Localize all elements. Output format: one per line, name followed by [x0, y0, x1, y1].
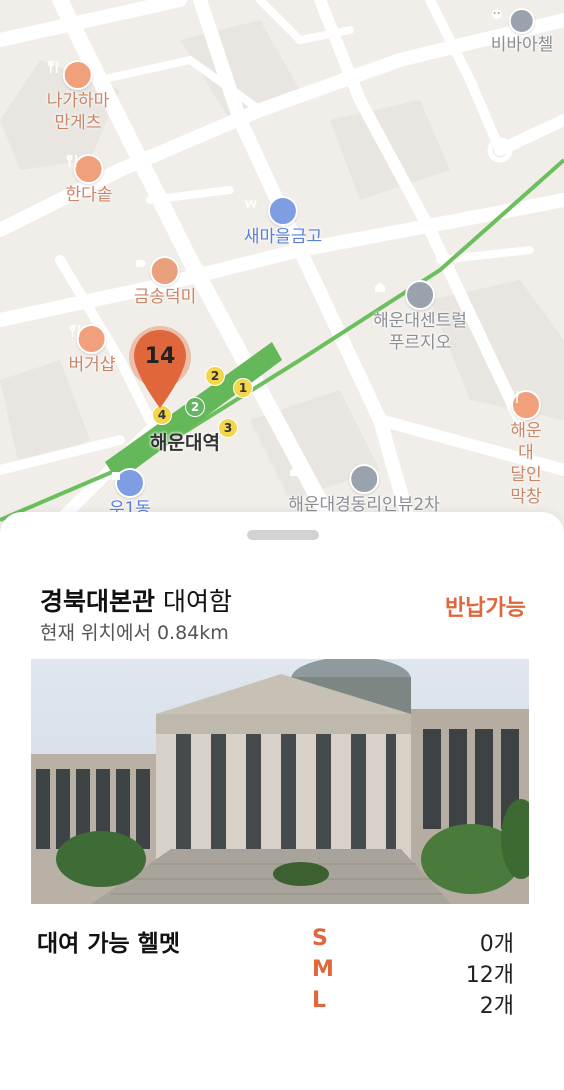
station-suffix: 대여함 — [162, 587, 232, 616]
poi-label: 새마을금고 — [243, 227, 323, 247]
map-view[interactable]: 비바아첼 나가하마 만게츠 한다솥 새마을금고 금송덕미 해운대센트럴 푸르지오 — [0, 0, 564, 560]
poi-centrall-prugio[interactable]: 해운대센트럴 푸르지오 — [373, 280, 467, 354]
exit-2-icon: 2 — [205, 366, 225, 386]
poi-nagahama[interactable]: 나가하마 만게츠 — [46, 60, 110, 134]
food-icon — [47, 60, 93, 90]
station-title: 경북대본관 대여함 — [40, 582, 232, 618]
size-count: 12개 — [465, 963, 514, 988]
building-photo-image — [31, 659, 529, 904]
status-badge: 반납가능 — [445, 596, 526, 621]
poi-saemaeul[interactable]: 새마을금고 — [244, 196, 322, 248]
food-icon — [508, 390, 541, 420]
cluster-count: 14 — [144, 344, 176, 369]
poi-handasot[interactable]: 한다솥 — [65, 154, 113, 206]
poi-label: 한다솥 — [65, 185, 113, 205]
bank-icon — [245, 196, 298, 226]
poi-kyungdong-reinview[interactable]: 해운대경동리인뷰2차 — [288, 464, 440, 516]
size-row-m: M 12개 — [312, 957, 514, 989]
poi-label: 버거샵 — [68, 355, 116, 375]
station-detail-sheet: 경북대본관 대여함 현재 위치에서 0.84km 반납가능 대여 가능 헬멧 S… — [0, 512, 564, 1090]
poi-geumsong[interactable]: 금송덕미 — [133, 256, 197, 308]
station-name: 경북대본관 — [40, 587, 156, 616]
size-label: S — [312, 926, 328, 951]
food-icon — [69, 324, 107, 354]
exit-3-icon: 3 — [218, 418, 238, 438]
size-label: L — [312, 988, 327, 1013]
available-helmets-title: 대여 가능 헬멧 — [37, 931, 180, 957]
exit-1-icon: 1 — [233, 378, 253, 398]
size-row-s: S 0개 — [312, 926, 514, 958]
size-count: 2개 — [479, 994, 514, 1019]
map-pin-icon — [129, 326, 191, 408]
poi-label: 해운대 달인막창 — [510, 421, 542, 507]
poi-label: 해운대센트럴 푸르지오 — [373, 311, 467, 353]
size-row-l: L 2개 — [312, 988, 514, 1020]
size-label: M — [312, 957, 334, 982]
poi-label: 금송덕미 — [133, 287, 197, 307]
food-icon — [66, 154, 104, 184]
distance-text: 현재 위치에서 0.84km — [40, 622, 229, 644]
building-icon — [290, 464, 379, 494]
poi-burgershop[interactable]: 버거샵 — [68, 324, 116, 376]
building-icon — [111, 468, 145, 498]
size-count: 0개 — [479, 932, 514, 957]
cafe-icon — [135, 256, 180, 286]
drag-handle[interactable] — [247, 530, 319, 540]
poi-label: 나가하마 만게츠 — [46, 91, 110, 133]
building-icon — [375, 280, 435, 310]
poi-dalin-makchang[interactable]: 해운대 달인막창 — [507, 390, 545, 508]
poi-label: 비바아첼 — [490, 35, 554, 55]
station-photo — [31, 659, 529, 904]
station-label: 해운대역 — [150, 432, 220, 454]
poi-bibachel[interactable]: 비바아첼 — [490, 8, 554, 56]
cluster-pin[interactable]: 14 — [127, 324, 193, 414]
face-icon — [491, 8, 535, 34]
